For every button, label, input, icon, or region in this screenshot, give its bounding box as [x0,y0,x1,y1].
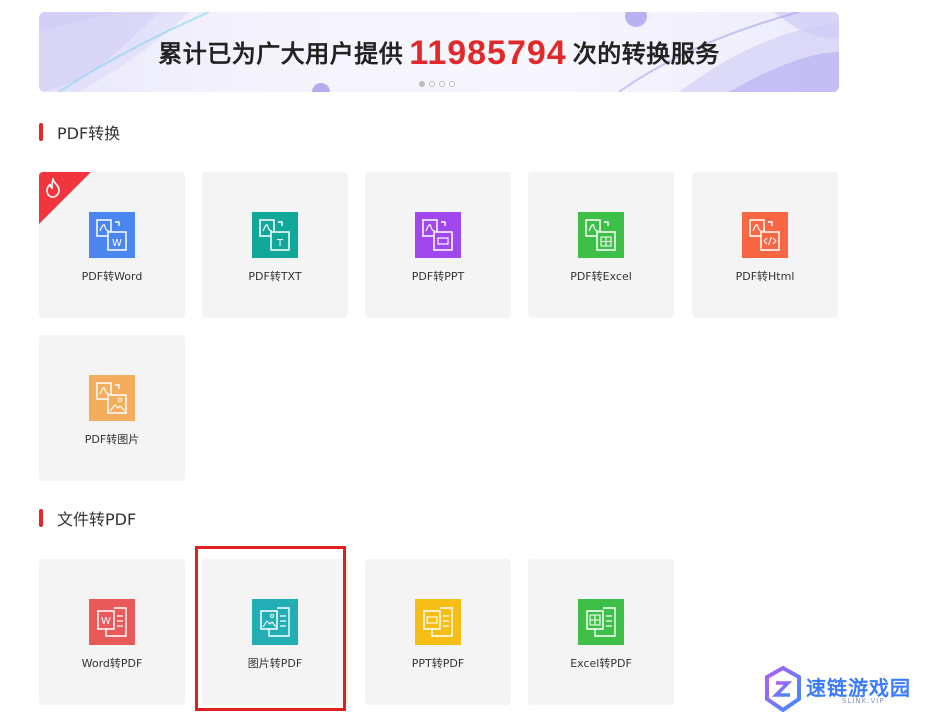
ppt-to-pdf-icon [415,599,461,645]
tile-pdf-to-image[interactable]: PDF转图片 [39,335,185,481]
svg-text:W: W [112,238,122,249]
svg-text:T: T [276,238,284,249]
pdf-to-excel-icon [578,212,624,258]
carousel-dot-1[interactable] [419,81,425,87]
pdf-to-word-icon: W [89,212,135,258]
section-bar [39,123,43,141]
tile-pdf-to-word[interactable]: W PDF转Word [39,172,185,318]
carousel-dot-2[interactable] [429,81,435,87]
tile-label: PPT转PDF [411,657,465,670]
watermark-subtext: SLINK.VIP [842,697,885,705]
watermark-logo-icon [765,665,801,713]
tile-pdf-to-txt[interactable]: T PDF转TXT [202,172,348,318]
tile-label: PDF转PPT [411,270,465,283]
tile-label: PDF转Word [81,270,143,283]
tile-ppt-to-pdf[interactable]: PPT转PDF [365,559,511,705]
flame-icon [46,178,60,198]
pdf-to-txt-icon: T [252,212,298,258]
tile-label: PDF转Excel [570,270,632,283]
tile-label: PDF转图片 [84,433,140,446]
pdf-to-ppt-icon [415,212,461,258]
section-title-pdf-convert: PDF转换 [39,122,121,143]
tile-pdf-to-ppt[interactable]: PDF转PPT [365,172,511,318]
tile-image-to-pdf[interactable]: 图片转PDF [202,559,348,705]
stats-banner[interactable]: 累计已为广大用户提供 11985794 次的转换服务 [39,12,839,92]
tile-label: Word转PDF [81,657,143,670]
tile-excel-to-pdf[interactable]: Excel转PDF [528,559,674,705]
pdf-to-image-icon [89,375,135,421]
pdf-to-html-icon [742,212,788,258]
svg-text:W: W [101,616,111,627]
banner-text-before: 累计已为广大用户提供 [158,40,404,68]
tile-word-to-pdf[interactable]: W Word转PDF [39,559,185,705]
conversion-count: 11985794 [409,34,567,72]
tile-pdf-to-excel[interactable]: PDF转Excel [528,172,674,318]
banner-text-after: 次的转换服务 [572,40,720,68]
excel-to-pdf-icon [578,599,624,645]
banner-headline: 累计已为广大用户提供 11985794 次的转换服务 [39,32,839,72]
tile-label: 图片转PDF [247,657,303,670]
section-title-text: 文件转PDF [57,510,137,529]
tile-pdf-to-html[interactable]: PDF转Html [692,172,838,318]
section-bar [39,509,43,527]
word-to-pdf-icon: W [89,599,135,645]
section-title-file-to-pdf: 文件转PDF [39,508,137,529]
site-watermark: 速链游戏园 SLINK.VIP [764,665,924,714]
tile-label: Excel转PDF [570,657,632,670]
carousel-dot-4[interactable] [449,81,455,87]
carousel-dot-3[interactable] [439,81,445,87]
tile-label: PDF转TXT [248,270,302,283]
image-to-pdf-icon [252,599,298,645]
carousel-dots [419,81,455,87]
section-title-text: PDF转换 [57,124,121,143]
tile-label: PDF转Html [735,270,795,283]
